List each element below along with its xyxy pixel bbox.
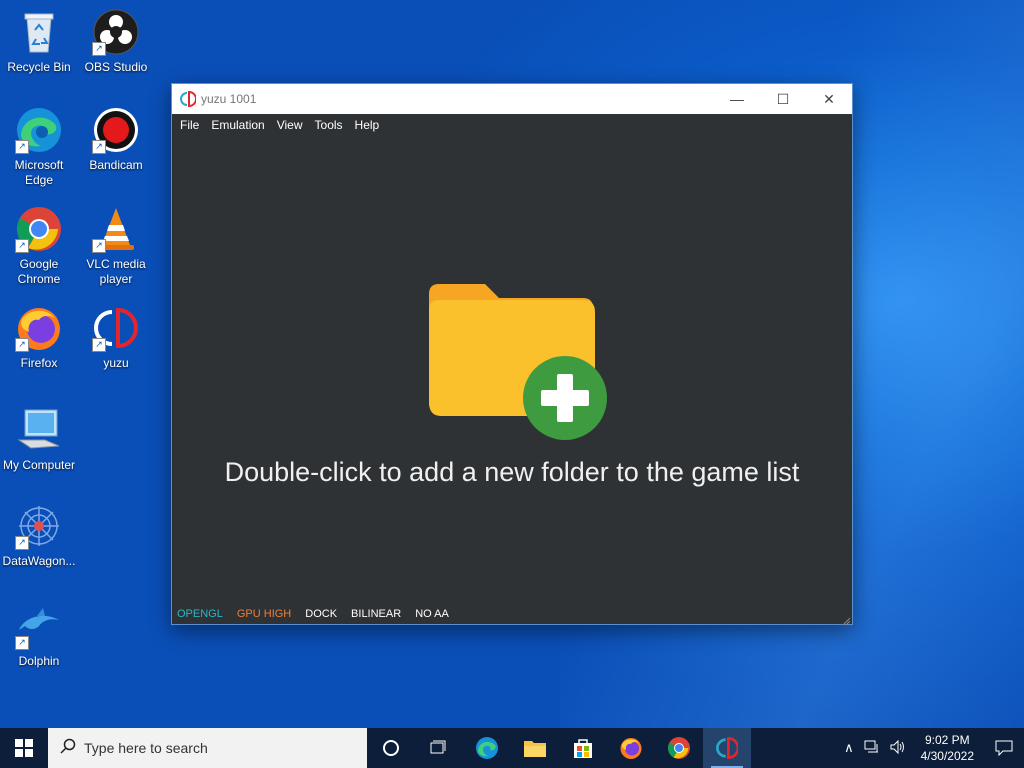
taskbar-yuzu[interactable] <box>703 728 751 768</box>
desktop-icon-microsoft-edge[interactable]: ↗ Microsoft Edge <box>0 106 78 188</box>
clock-time: 9:02 PM <box>924 733 970 747</box>
search-placeholder: Type here to search <box>84 740 208 756</box>
desktop-icon-bandicam[interactable]: ↗ Bandicam <box>77 106 155 173</box>
taskbar-edge[interactable] <box>463 728 511 768</box>
chrome-icon: ↗ <box>15 205 63 253</box>
datawagon-icon: ↗ <box>15 502 63 550</box>
desktop-icon-obs-studio[interactable]: ↗ OBS Studio <box>77 8 155 75</box>
menu-emulation[interactable]: Emulation <box>205 114 270 136</box>
taskbar-chrome[interactable] <box>655 728 703 768</box>
desktop-icon-datawagon[interactable]: ↗ DataWagon... <box>0 502 78 569</box>
desktop-icon-firefox[interactable]: ↗ Firefox <box>0 304 78 371</box>
yuzu-icon <box>716 737 738 759</box>
desktop-icon-label: DataWagon... <box>2 554 76 568</box>
status-anti-aliasing[interactable]: NO AA <box>415 608 449 620</box>
taskbar: Type here to search ∧ 9:02 PM 4/30/2022 <box>0 728 1024 768</box>
desktop-icon-label: Recycle Bin <box>7 60 71 74</box>
firefox-icon <box>620 738 642 759</box>
taskbar-search-box[interactable]: Type here to search <box>48 728 367 768</box>
chevron-up-icon[interactable]: ∧ <box>844 740 854 756</box>
desktop-icon-label: Bandicam <box>89 158 143 172</box>
network-icon[interactable] <box>864 740 880 757</box>
yuzu-app-icon <box>180 90 197 108</box>
search-icon <box>60 738 76 759</box>
shortcut-arrow-icon: ↗ <box>92 42 106 56</box>
desktop[interactable]: Recycle Bin ↗ OBS Studio ↗ Microsoft Edg <box>0 0 1024 728</box>
status-dock-mode[interactable]: DOCK <box>305 608 337 620</box>
firefox-icon: ↗ <box>15 304 63 352</box>
windows-logo-icon <box>15 739 33 757</box>
window-title: yuzu 1001 <box>201 92 257 106</box>
shortcut-arrow-icon: ↗ <box>15 140 29 154</box>
shortcut-arrow-icon: ↗ <box>92 239 106 253</box>
desktop-icon-label: Google Chrome <box>17 257 61 286</box>
menu-view[interactable]: View <box>271 114 309 136</box>
shortcut-arrow-icon: ↗ <box>92 140 106 154</box>
recycle-bin-icon <box>15 8 63 56</box>
desktop-icon-label: Firefox <box>20 356 58 370</box>
shortcut-arrow-icon: ↗ <box>92 338 106 352</box>
clock[interactable]: 9:02 PM 4/30/2022 <box>921 732 974 764</box>
menu-file[interactable]: File <box>174 114 205 136</box>
cortana-circle-icon <box>383 740 399 756</box>
statusbar: OPENGL GPU HIGH DOCK BILINEAR NO AA <box>172 604 852 624</box>
add-folder-hint: Double-click to add a new folder to the … <box>224 457 800 487</box>
desktop-icon-label: OBS Studio <box>84 60 148 74</box>
computer-icon <box>15 406 63 454</box>
notification-icon <box>995 740 1013 756</box>
menu-help[interactable]: Help <box>349 114 386 136</box>
desktop-icon-yuzu[interactable]: ↗ yuzu <box>77 304 155 371</box>
desktop-icon-recycle-bin[interactable]: Recycle Bin <box>0 8 78 75</box>
desktop-icon-dolphin[interactable]: ↗ Dolphin <box>0 602 78 669</box>
task-view-button[interactable] <box>415 728 463 768</box>
obs-studio-icon: ↗ <box>92 8 140 56</box>
close-button[interactable]: ✕ <box>806 84 852 114</box>
shortcut-arrow-icon: ↗ <box>15 338 29 352</box>
edge-icon <box>476 737 498 759</box>
desktop-icon-label: VLC media player <box>86 257 146 286</box>
minimize-button[interactable]: — <box>714 84 760 114</box>
desktop-icon-label: My Computer <box>2 458 76 472</box>
store-bag-icon <box>574 739 592 758</box>
status-filter[interactable]: BILINEAR <box>351 608 401 620</box>
shortcut-arrow-icon: ↗ <box>15 239 29 253</box>
system-tray: ∧ 9:02 PM 4/30/2022 <box>839 728 1024 768</box>
shortcut-arrow-icon: ↗ <box>15 636 29 650</box>
dolphin-icon: ↗ <box>15 602 63 650</box>
menu-tools[interactable]: Tools <box>309 114 349 136</box>
status-renderer[interactable]: OPENGL <box>177 608 223 620</box>
folder-icon <box>524 741 546 757</box>
desktop-icon-label: yuzu <box>103 356 129 370</box>
cortana-button[interactable] <box>367 728 415 768</box>
desktop-icon-label: Dolphin <box>18 654 60 668</box>
yuzu-window[interactable]: yuzu 1001 — ☐ ✕ File Emulation View Tool… <box>171 83 853 626</box>
menubar: File Emulation View Tools Help <box>172 114 852 136</box>
resize-grip-icon[interactable] <box>841 613 851 626</box>
yuzu-icon: ↗ <box>92 304 140 352</box>
shortcut-arrow-icon: ↗ <box>15 536 29 550</box>
edge-icon: ↗ <box>15 106 63 154</box>
task-view-icon <box>430 740 446 754</box>
maximize-button[interactable]: ☐ <box>760 84 806 114</box>
window-titlebar[interactable]: yuzu 1001 — ☐ ✕ <box>172 84 852 114</box>
start-button[interactable] <box>0 728 48 768</box>
vlc-icon: ↗ <box>92 205 140 253</box>
notification-center-button[interactable] <box>984 728 1024 768</box>
taskbar-file-explorer[interactable] <box>511 728 559 768</box>
desktop-icon-google-chrome[interactable]: ↗ Google Chrome <box>0 205 78 287</box>
clock-date: 4/30/2022 <box>920 749 974 763</box>
desktop-icon-vlc[interactable]: ↗ VLC media player <box>77 205 155 287</box>
add-folder-icon[interactable] <box>427 282 607 442</box>
volume-icon[interactable] <box>890 739 906 757</box>
status-gpu-accuracy[interactable]: GPU HIGH <box>237 608 291 620</box>
taskbar-store[interactable] <box>559 728 607 768</box>
desktop-icon-my-computer[interactable]: My Computer <box>0 406 78 473</box>
desktop-icon-label: Microsoft Edge <box>14 158 64 187</box>
bandicam-icon: ↗ <box>92 106 140 154</box>
taskbar-firefox[interactable] <box>607 728 655 768</box>
game-list-area[interactable]: Double-click to add a new folder to the … <box>172 136 852 606</box>
chrome-icon <box>668 737 690 759</box>
